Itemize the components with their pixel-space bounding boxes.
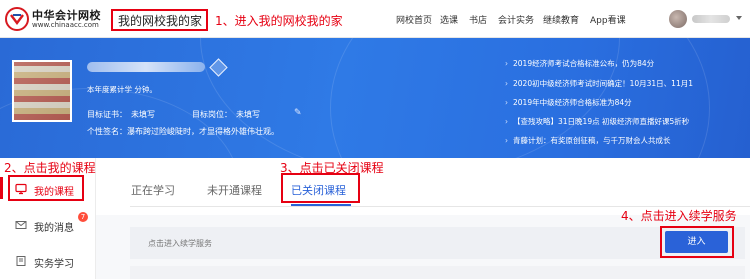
- target-post-label: 目标岗位：: [192, 110, 232, 119]
- arrow-right-icon: ›: [505, 98, 508, 107]
- username-blurred[interactable]: [692, 15, 730, 23]
- notice-item[interactable]: › 青藤计划：有奖原创征稿，与千万财会人共成长: [505, 135, 745, 146]
- annotation-highlight-box: [281, 173, 360, 203]
- notice-item[interactable]: › 2019经济师考试合格标准公布，仍为84分: [505, 58, 745, 69]
- notice-item[interactable]: › 【查残攻略】31日晚19点 初级经济师直播好课5折秒: [505, 116, 745, 127]
- nav-bookstore[interactable]: 书店: [469, 13, 487, 26]
- annotation-highlight-box: [660, 226, 734, 258]
- mail-icon: [15, 221, 27, 229]
- annotation-step-1: 1、进入我的网校我的家: [215, 14, 343, 28]
- notice-text: 2020初中级经济师考试时间确定！10月31日、11月1: [513, 79, 693, 88]
- target-cert-label: 目标证书：: [87, 110, 127, 119]
- annotation-step-4: 4、点击进入续学服务: [621, 209, 737, 223]
- continue-service-text: 点击进入续学服务: [148, 239, 212, 248]
- edit-pencil-icon[interactable]: ✎: [294, 108, 304, 118]
- tab-not-opened[interactable]: 未开通课程: [207, 182, 262, 198]
- target-post-value: 未填写: [236, 110, 260, 119]
- notice-text: 2019经济师考试合格标准公布，仍为84分: [513, 59, 655, 68]
- notice-item[interactable]: › 2020初中级经济师考试时间确定！10月31日、11月1: [505, 78, 745, 89]
- study-minutes: 本年度累计学 分钟。: [87, 85, 157, 94]
- nav-courses[interactable]: 选课: [440, 13, 458, 26]
- annotation-step-3: 3、点击已关闭课程: [280, 161, 384, 175]
- tab-active-underline: [291, 204, 351, 206]
- sidebar-item-label: 实务学习: [34, 259, 74, 270]
- signature: 个性签名：瀑布跨过险峻陡时，才显得格外雄伟壮观。: [87, 127, 279, 136]
- notice-text: 【查残攻略】31日晚19点 初级经济师直播好课5折秒: [513, 117, 690, 126]
- notice-text: 2019年中级经济师合格标准为84分: [513, 98, 632, 107]
- nav-home[interactable]: 网校首页: [396, 13, 432, 26]
- user-name-blurred: [87, 62, 205, 72]
- my-home-link[interactable]: 我的网校我的家: [111, 9, 208, 31]
- tab-learning[interactable]: 正在学习: [131, 182, 175, 198]
- nav-app-course[interactable]: App看课: [590, 13, 626, 26]
- arrow-right-icon: ›: [505, 117, 508, 126]
- logo-url: www.chinaacc.com: [32, 21, 99, 29]
- message-count-badge: 7: [78, 212, 88, 222]
- arrow-right-icon: ›: [505, 79, 508, 88]
- sidebar-item-practice[interactable]: 实务学习: [0, 248, 96, 274]
- target-cert-value: 未填写: [131, 110, 155, 119]
- logo-mark-icon: [5, 7, 29, 31]
- annotation-step-2: 2、点击我的课程: [4, 161, 96, 175]
- header-avatar[interactable]: [669, 10, 687, 28]
- sidebar-item-label: 我的消息: [34, 223, 74, 234]
- arrow-right-icon: ›: [505, 136, 508, 145]
- course-row: [130, 227, 745, 259]
- site-logo[interactable]: 中华会计网校 www.chinaacc.com: [5, 5, 103, 33]
- course-row: [130, 266, 745, 279]
- nav-accounting-practice[interactable]: 会计实务: [498, 13, 534, 26]
- top-header: 中华会计网校 www.chinaacc.com 我的网校我的家 1、进入我的网校…: [0, 0, 750, 38]
- annotation-highlight-box: [8, 175, 84, 201]
- arrow-right-icon: ›: [505, 59, 508, 68]
- book-icon: [16, 256, 26, 266]
- nav-continuing-education[interactable]: 继续教育: [543, 13, 579, 26]
- page: 中华会计网校 www.chinaacc.com 我的网校我的家 1、进入我的网校…: [0, 0, 750, 279]
- user-avatar[interactable]: [12, 60, 72, 122]
- notice-text: 青藤计划：有奖原创征稿，与千万财会人共成长: [513, 136, 671, 145]
- chevron-down-icon[interactable]: [736, 16, 742, 20]
- notice-item[interactable]: › 2019年中级经济师合格标准为84分: [505, 97, 745, 108]
